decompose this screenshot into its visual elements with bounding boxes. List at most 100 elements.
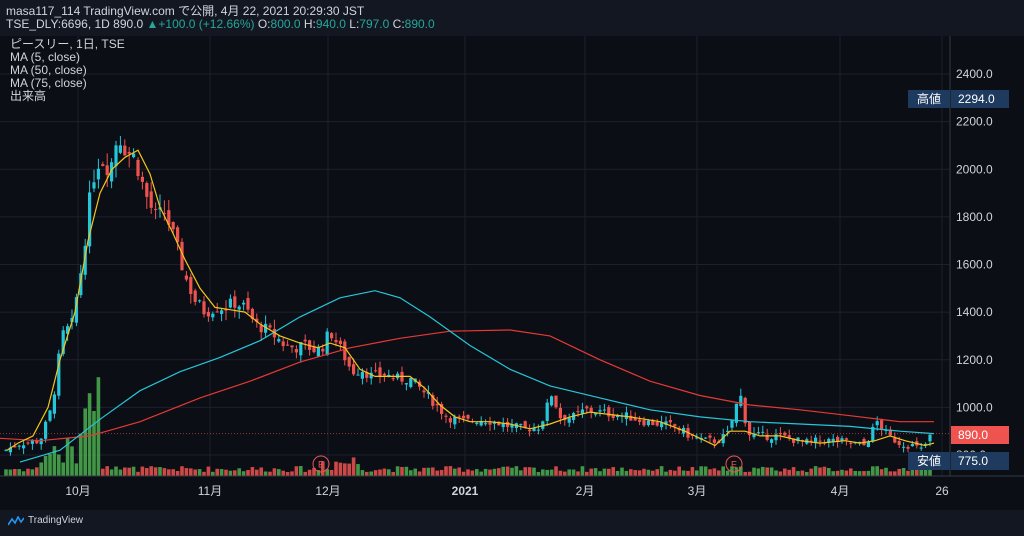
candle-body bbox=[378, 367, 382, 377]
candle-body bbox=[202, 301, 206, 315]
volume-bar bbox=[303, 471, 307, 476]
price-chart[interactable]: 800.01000.01200.01400.01600.01800.02000.… bbox=[0, 36, 1024, 510]
volume-bars bbox=[4, 377, 932, 476]
candle-body bbox=[906, 446, 910, 449]
candle-body bbox=[382, 373, 386, 376]
volume-bar bbox=[664, 471, 668, 476]
candle-body bbox=[101, 164, 105, 166]
candle-body bbox=[220, 310, 224, 314]
volume-bar bbox=[554, 466, 558, 476]
x-tick-label: 3月 bbox=[688, 484, 707, 498]
candle-body bbox=[374, 370, 378, 372]
volume-bar bbox=[483, 468, 488, 476]
volume-bar bbox=[721, 466, 725, 476]
candle-body bbox=[409, 377, 413, 388]
candle-body bbox=[233, 296, 237, 308]
candle-body bbox=[466, 414, 470, 419]
volume-bar bbox=[96, 377, 101, 476]
volume-bar bbox=[787, 469, 791, 476]
volume-bar bbox=[153, 467, 158, 476]
volume-bar bbox=[901, 468, 906, 476]
volume-bar bbox=[400, 466, 404, 476]
candle-body bbox=[189, 276, 193, 295]
volume-bar bbox=[35, 467, 39, 476]
candle-body bbox=[281, 341, 285, 347]
volume-bar bbox=[857, 471, 862, 476]
y-tick-label: 1400.0 bbox=[956, 305, 993, 319]
candle-body bbox=[638, 419, 642, 422]
candle-body bbox=[484, 423, 488, 425]
volume-bar bbox=[351, 457, 356, 476]
low-label: 安値 bbox=[917, 453, 941, 468]
candle-body bbox=[321, 348, 325, 352]
volume-bar bbox=[74, 463, 79, 476]
volume-bar bbox=[457, 467, 461, 476]
volume-bar bbox=[206, 466, 211, 476]
candle-body bbox=[92, 182, 96, 189]
volume-bar bbox=[712, 468, 717, 476]
volume-bar bbox=[673, 470, 677, 476]
volume-bar bbox=[879, 469, 884, 476]
volume-bar bbox=[224, 469, 228, 476]
volume-bar bbox=[761, 466, 765, 476]
low-value: 797.0 bbox=[359, 17, 390, 31]
volume-bar bbox=[92, 411, 96, 476]
volume-bar bbox=[246, 469, 250, 476]
volume-bar bbox=[285, 471, 290, 476]
candle-body bbox=[866, 441, 870, 447]
candle-body bbox=[668, 420, 672, 423]
candle-body bbox=[198, 300, 202, 302]
volume-bar bbox=[145, 468, 149, 476]
volume-bar bbox=[488, 469, 492, 476]
moving-averages bbox=[0, 149, 950, 463]
volume-bar bbox=[4, 469, 8, 476]
volume-bar bbox=[580, 466, 585, 476]
axes: 800.01000.01200.01400.01600.01800.02000.… bbox=[0, 36, 1024, 510]
volume-bar bbox=[827, 468, 831, 476]
candle-body bbox=[228, 298, 232, 308]
volume-bar bbox=[585, 471, 589, 476]
candle-body bbox=[149, 191, 153, 208]
change-label: ▲+100.0 (+12.66%) bbox=[146, 17, 255, 31]
candle-body bbox=[277, 339, 281, 342]
last-price-value: 890.0 bbox=[958, 428, 988, 442]
volume-bar bbox=[668, 469, 673, 476]
volume-bar bbox=[642, 468, 646, 476]
candle-body bbox=[96, 168, 100, 180]
brand-label: TradingView bbox=[28, 515, 84, 526]
candle-body bbox=[642, 420, 646, 426]
volume-bar bbox=[109, 469, 114, 476]
volume-bar bbox=[519, 470, 523, 476]
volume-bar bbox=[686, 470, 690, 476]
close-label: C: bbox=[392, 17, 405, 31]
volume-bar bbox=[717, 470, 721, 476]
volume-bar bbox=[413, 468, 417, 476]
volume-bar bbox=[61, 462, 65, 476]
volume-bar bbox=[175, 470, 180, 476]
volume-bar bbox=[866, 470, 871, 476]
tradingview-brand[interactable]: TradingView bbox=[8, 515, 83, 526]
chart-header: masa117_114 TradingView.com で公開, 4月 22, … bbox=[0, 0, 1024, 36]
tradingview-logo-icon bbox=[8, 515, 24, 525]
volume-bar bbox=[444, 466, 448, 476]
volume-bar bbox=[593, 468, 598, 476]
volume-bar bbox=[501, 466, 505, 476]
volume-bar bbox=[83, 408, 87, 476]
candle-body bbox=[193, 290, 197, 302]
candle-body bbox=[488, 422, 492, 425]
volume-bar bbox=[343, 463, 347, 476]
candle-body bbox=[48, 410, 52, 421]
chart-area[interactable]: 800.01000.01200.01400.01600.01800.02000.… bbox=[0, 36, 1024, 536]
candle-body bbox=[211, 313, 215, 318]
volume-bar bbox=[695, 470, 699, 476]
volume-bar bbox=[818, 467, 822, 476]
volume-bar bbox=[422, 467, 426, 476]
volume-bar bbox=[611, 467, 615, 476]
volume-bar bbox=[52, 446, 57, 476]
candle-body bbox=[919, 447, 923, 449]
volume-bar bbox=[910, 469, 915, 476]
volume-bar bbox=[589, 468, 593, 476]
candle-body bbox=[739, 395, 743, 406]
candle-body bbox=[294, 349, 298, 353]
candle-body bbox=[545, 402, 549, 421]
